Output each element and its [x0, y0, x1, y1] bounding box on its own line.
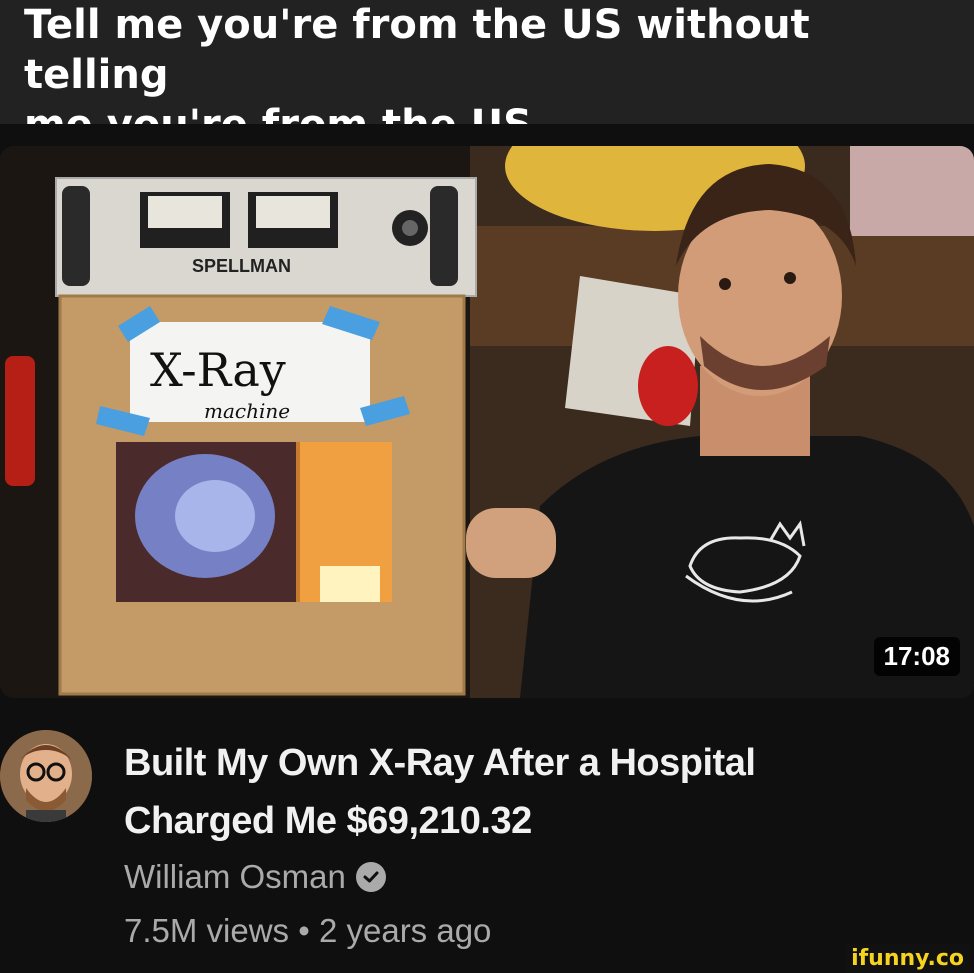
video-title-line-2: Charged Me $69,210.32 [124, 800, 532, 842]
video-stats: 7.5M views • 2 years ago [124, 912, 491, 950]
device-label: SPELLMAN [192, 256, 291, 276]
video-metadata: Built My Own X-Ray After a Hospital Char… [0, 698, 974, 973]
video-duration-badge: 17:08 [873, 637, 960, 676]
ifunny-watermark: ifunny.co [845, 944, 970, 973]
video-thumbnail-area: SPELLMAN X-Ray machine 17:08 [0, 124, 974, 698]
view-count: 7.5M views [124, 912, 290, 949]
stats-separator: • [298, 912, 310, 949]
sign-text: X-Ray [150, 343, 286, 397]
channel-avatar[interactable] [0, 730, 92, 822]
video-thumbnail[interactable]: SPELLMAN X-Ray machine 17:08 [0, 146, 974, 698]
upload-age: 2 years ago [318, 912, 492, 949]
meme-caption-bar: Tell me you're from the US without telli… [0, 0, 974, 148]
channel-name[interactable]: William Osman [124, 858, 346, 896]
verified-check-icon [355, 862, 386, 892]
channel-row[interactable]: William Osman [124, 858, 386, 896]
video-title[interactable]: Built My Own X-Ray After a Hospital Char… [124, 734, 884, 850]
caption-line-1: Tell me you're from the US without telli… [24, 2, 810, 98]
video-title-line-1: Built My Own X-Ray After a Hospital [124, 742, 756, 784]
sign-subtext: machine [204, 399, 290, 423]
